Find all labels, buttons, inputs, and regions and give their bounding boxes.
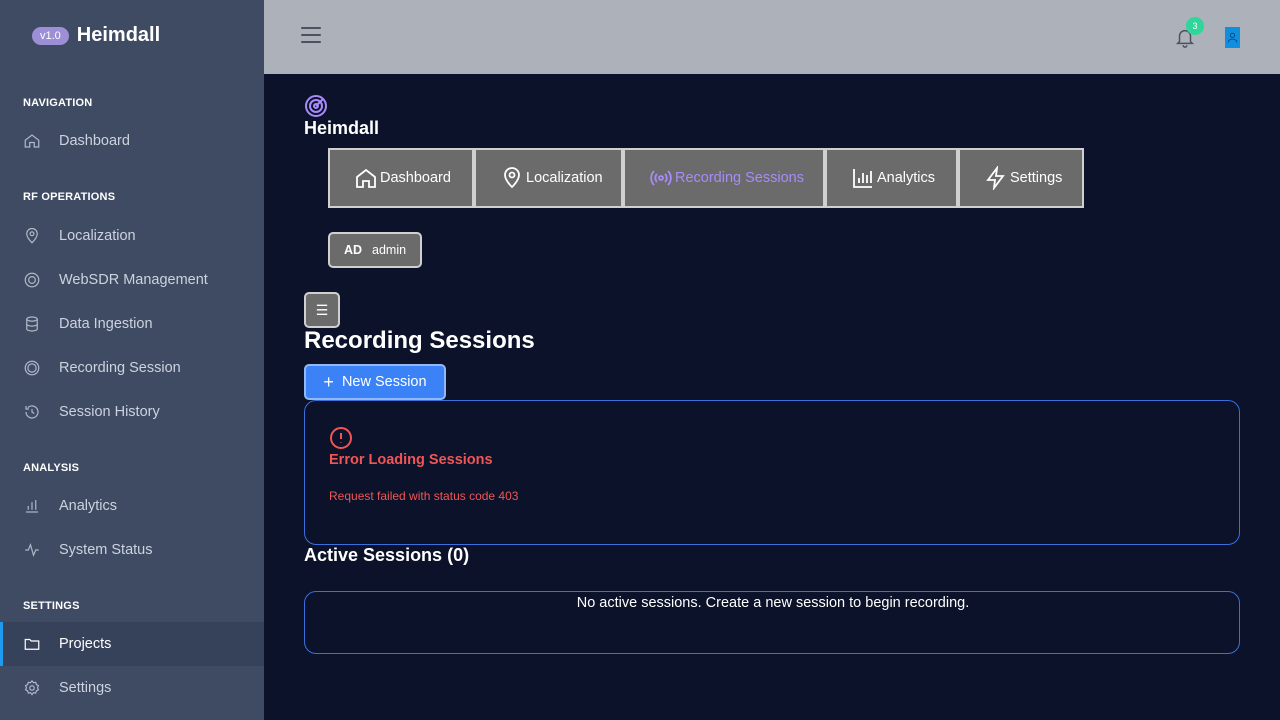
database-icon: [26, 316, 38, 332]
sidebar-item-data-ingestion[interactable]: Data Ingestion: [0, 302, 264, 346]
menu-toggle-button[interactable]: ☰: [304, 292, 340, 328]
sidebar-item-label: Settings: [59, 680, 112, 696]
sidebar-item-session-history[interactable]: Session History: [0, 390, 264, 434]
notification-badge: 3: [1186, 17, 1204, 35]
home-icon: [24, 134, 40, 148]
alert-circle-icon: [329, 426, 353, 450]
page-title: Recording Sessions: [304, 327, 535, 354]
active-sessions-card: No active sessions. Create a new session…: [304, 591, 1240, 654]
user-name: admin: [372, 243, 407, 257]
bar-chart-icon: [26, 500, 38, 513]
new-session-label: New Session: [341, 374, 427, 390]
tab-label: Localization: [526, 170, 603, 186]
sidebar: v1.0 Heimdall NAVIGATION Dashboard RF OP…: [0, 0, 264, 720]
sidebar-item-websdr-management[interactable]: WebSDR Management: [0, 258, 264, 302]
record-icon: [24, 360, 40, 376]
sidebar-item-label: Projects: [59, 636, 112, 652]
error-title: Error Loading Sessions: [329, 452, 493, 468]
sidebar-item-system-status[interactable]: System Status: [0, 528, 264, 572]
section-label-settings: SETTINGS: [23, 600, 80, 612]
tab-dashboard[interactable]: Dashboard: [328, 148, 474, 208]
sidebar-item-label: Session History: [59, 404, 160, 420]
sidebar-item-label: WebSDR Management: [59, 272, 208, 288]
tab-localization[interactable]: Localization: [474, 148, 623, 208]
topbar: 3: [264, 0, 1280, 74]
version-badge: v1.0: [32, 26, 69, 45]
tab-label: Dashboard: [380, 170, 451, 186]
map-pin-icon: [26, 227, 38, 244]
activity-icon: [25, 542, 39, 558]
home-icon: [356, 168, 376, 188]
user-initials: AD: [343, 243, 362, 257]
user-menu-button[interactable]: AD admin: [328, 232, 422, 268]
sidebar-item-label: System Status: [59, 542, 153, 558]
main-tabs: Dashboard Localization Recording Session…: [328, 148, 1084, 208]
section-label-navigation: NAVIGATION: [23, 97, 93, 109]
sidebar-brand[interactable]: v1.0 Heimdall: [32, 24, 160, 47]
new-session-button[interactable]: + New Session: [304, 364, 446, 400]
sidebar-item-label: Dashboard: [59, 133, 130, 149]
section-label-analysis: ANALYSIS: [23, 462, 80, 474]
active-sessions-title: Active Sessions (0): [304, 545, 470, 565]
sidebar-item-settings[interactable]: Settings: [0, 666, 264, 710]
sidebar-item-localization[interactable]: Localization: [0, 214, 264, 258]
sidebar-item-label: Recording Session: [59, 360, 181, 376]
gear-icon: [24, 679, 40, 696]
section-label-rf-operations: RF OPERATIONS: [23, 191, 116, 203]
sidebar-item-recording-session[interactable]: Recording Session: [0, 346, 264, 390]
tab-recording-sessions[interactable]: Recording Sessions: [623, 148, 825, 208]
bar-chart-icon: [853, 169, 872, 188]
tab-label: Recording Sessions: [675, 170, 804, 186]
sidebar-item-dashboard[interactable]: Dashboard: [0, 119, 264, 163]
user-icon[interactable]: [1225, 27, 1240, 48]
zap-icon: [986, 166, 1005, 190]
radar-logo-icon: [304, 94, 328, 118]
error-card: Error Loading Sessions Request failed wi…: [304, 400, 1240, 545]
sidebar-item-label: Analytics: [59, 498, 118, 514]
history-icon: [25, 405, 39, 419]
tab-label: Settings: [1010, 170, 1063, 186]
plus-icon: +: [323, 372, 334, 392]
map-pin-icon: [504, 167, 520, 189]
main-brand: Heimdall: [304, 118, 380, 138]
tab-settings[interactable]: Settings: [958, 148, 1084, 208]
radio-icon: [650, 170, 672, 186]
error-message: Request failed with status code 403: [329, 489, 519, 503]
sidebar-item-projects[interactable]: Projects: [0, 622, 264, 666]
target-icon: [24, 272, 40, 288]
sidebar-item-label: Data Ingestion: [59, 316, 153, 332]
tab-analytics[interactable]: Analytics: [825, 148, 958, 208]
sidebar-item-analytics[interactable]: Analytics: [0, 484, 264, 528]
hamburger-menu-icon[interactable]: [301, 27, 321, 45]
app-name: Heimdall: [76, 24, 161, 46]
sidebar-item-label: Localization: [59, 228, 136, 244]
folder-icon: [24, 638, 40, 650]
tab-label: Analytics: [877, 170, 936, 186]
empty-state-message: No active sessions. Create a new session…: [576, 595, 970, 611]
